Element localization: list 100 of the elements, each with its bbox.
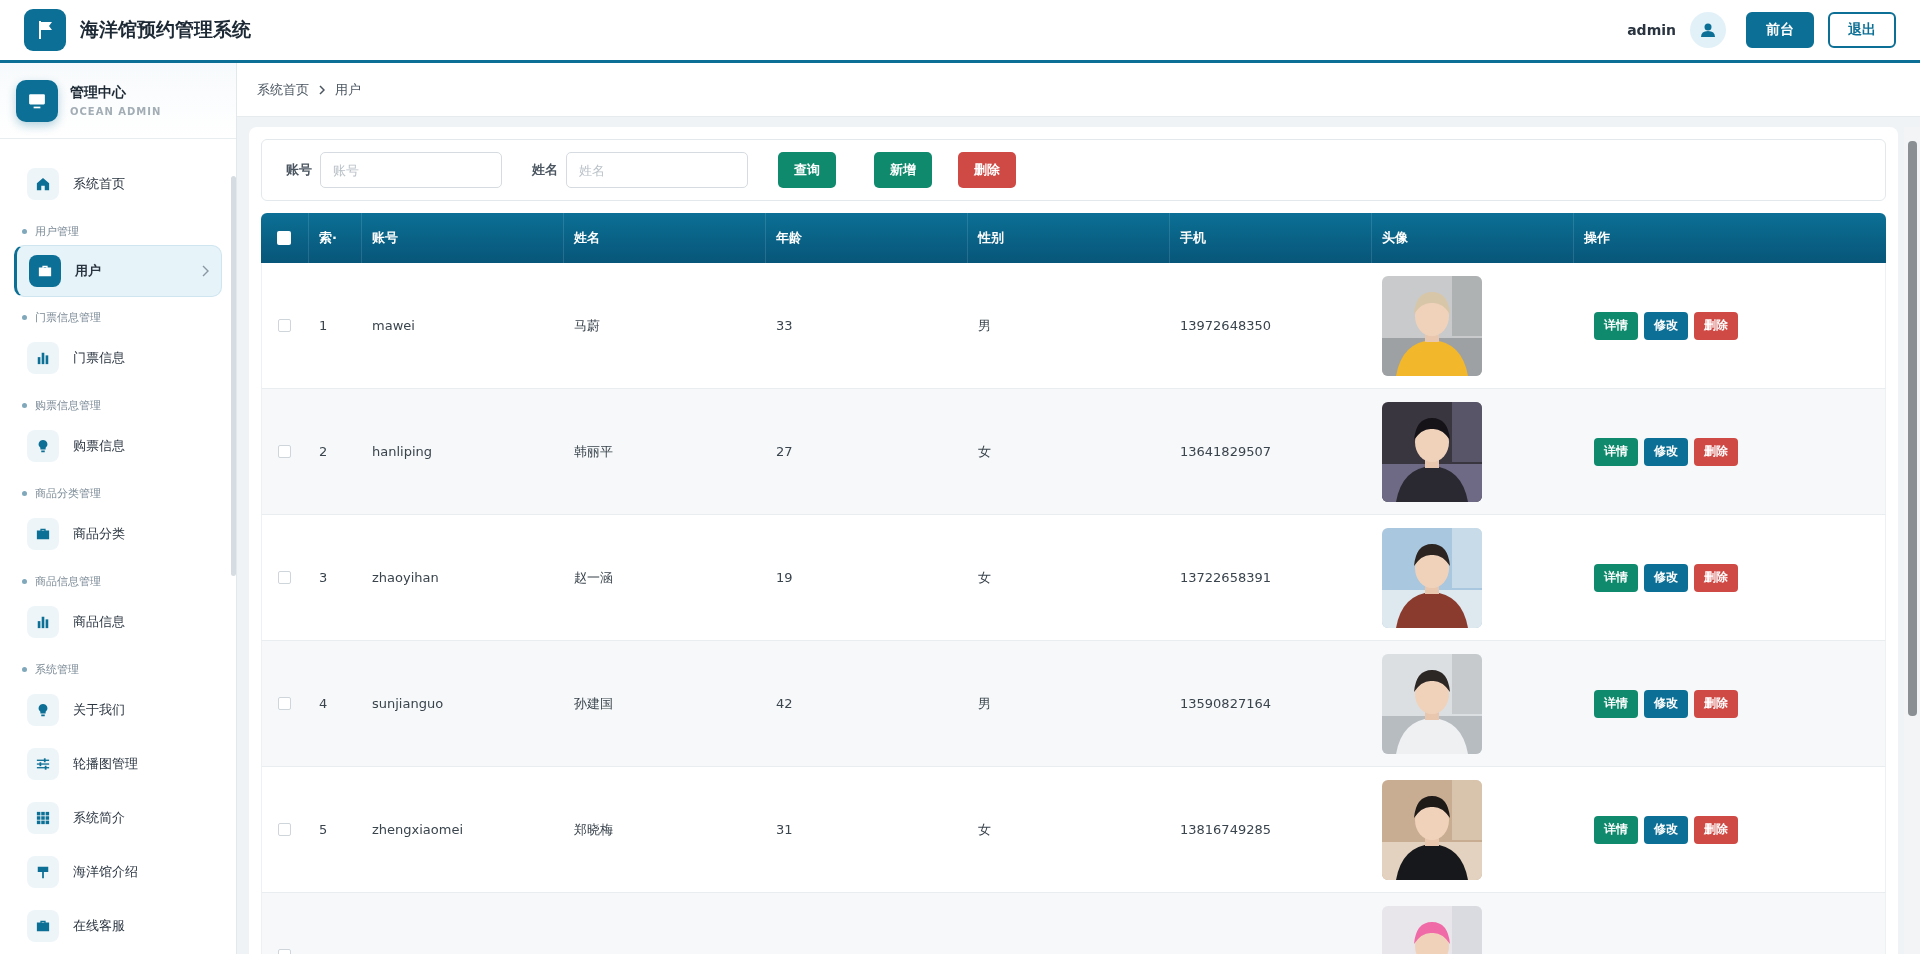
scrollbar[interactable] <box>231 176 236 576</box>
details-button[interactable]: 详情 <box>1594 437 1638 466</box>
table-cell: 13641829507 <box>1180 444 1271 459</box>
menu-item[interactable]: 商品信息 <box>14 595 222 649</box>
table-cell: 33 <box>776 318 793 333</box>
field-label: 账号 <box>286 161 312 179</box>
column-header: 操作 <box>1584 229 1610 247</box>
table-cell: 女 <box>978 442 991 461</box>
search-field[interactable]: 姓名 <box>566 152 748 188</box>
menu-group-label: 商品信息管理 <box>35 574 101 589</box>
sidebar-subtitle: OCEAN ADMIN <box>70 106 162 117</box>
table-cell: hanliping <box>372 444 433 459</box>
table-cell: 韩丽平 <box>574 442 613 461</box>
table-cell: 13972648350 <box>1180 318 1271 333</box>
table-cell: 男 <box>978 694 991 713</box>
menu-item[interactable]: 海洋馆介绍 <box>14 845 222 899</box>
delete-button[interactable]: 删除 <box>958 152 1016 188</box>
table-cell: 31 <box>776 822 793 837</box>
table-cell: sunjianguo <box>372 696 444 711</box>
frontend-button[interactable]: 前台 <box>1746 12 1814 48</box>
table-cell: 27 <box>776 444 793 459</box>
user-avatar-icon <box>1690 12 1726 48</box>
details-button[interactable]: 详情 <box>1594 689 1638 718</box>
table-cell: mawei <box>372 318 415 333</box>
bullet-icon <box>22 229 27 234</box>
menu-item[interactable]: 关于我们 <box>14 683 222 737</box>
table-cell: 女 <box>978 820 991 839</box>
details-button[interactable]: 详情 <box>1594 311 1638 340</box>
menu-item[interactable]: 系统简介 <box>14 791 222 845</box>
column-header: 账号 <box>372 229 398 247</box>
row-checkbox[interactable] <box>278 445 291 458</box>
edit-button[interactable]: 修改 <box>1644 815 1688 844</box>
home-icon <box>36 177 50 191</box>
chevron-right-icon <box>319 84 325 95</box>
table-cell: 1 <box>319 318 328 333</box>
edit-button[interactable]: 修改 <box>1644 437 1688 466</box>
menu-item[interactable]: 轮播图管理 <box>14 737 222 791</box>
table-cell: 5 <box>319 822 328 837</box>
delete-button[interactable]: 删除 <box>1694 311 1738 340</box>
menu-item[interactable]: 商品分类 <box>14 507 222 561</box>
details-button[interactable]: 详情 <box>1594 815 1638 844</box>
edit-button[interactable]: 修改 <box>1644 311 1688 340</box>
field-label: 姓名 <box>532 161 558 179</box>
details-button[interactable]: 详情 <box>1594 563 1638 592</box>
table-cell: zhaoyihan <box>372 570 439 585</box>
table-cell: 2 <box>319 444 328 459</box>
delete-button[interactable]: 删除 <box>1694 563 1738 592</box>
table-cell: 42 <box>776 696 793 711</box>
menu-group-label: 商品分类管理 <box>35 486 101 501</box>
table-cell: 郑晓梅 <box>574 820 613 839</box>
column-header: 索· <box>319 229 337 247</box>
menu-item[interactable]: 系统首页 <box>14 157 222 211</box>
monitor-icon <box>16 79 58 122</box>
row-checkbox[interactable] <box>278 697 291 710</box>
menu-item[interactable]: 用户 <box>14 245 222 297</box>
table-cell: 13590827164 <box>1180 696 1271 711</box>
menu-item[interactable]: 在线客服 <box>14 899 222 953</box>
row-checkbox[interactable] <box>278 319 291 332</box>
table-cell: 19 <box>776 570 793 585</box>
briefcase-icon <box>38 264 52 278</box>
menu-item[interactable]: 门票信息 <box>14 331 222 385</box>
bullet-icon <box>22 491 27 496</box>
sliders-icon <box>36 757 50 771</box>
delete-button[interactable]: 删除 <box>1694 815 1738 844</box>
app-title: 海洋馆预约管理系统 <box>80 17 252 42</box>
table-cell: zhengxiaomei <box>372 822 464 837</box>
logout-button[interactable]: 退出 <box>1828 12 1896 48</box>
table-cell: 4 <box>319 696 328 711</box>
search-button[interactable]: 查询 <box>778 152 836 188</box>
table-cell: 女 <box>978 568 991 587</box>
bullet-icon <box>22 667 27 672</box>
column-header: 年龄 <box>776 229 802 247</box>
table-cell: 孙建国 <box>574 694 613 713</box>
signpost-icon <box>36 865 50 879</box>
grid-icon <box>36 811 50 825</box>
row-checkbox[interactable] <box>278 823 291 836</box>
menu-item[interactable]: 购票信息 <box>14 419 222 473</box>
table-cell: 13722658391 <box>1180 570 1271 585</box>
select-all-checkbox[interactable] <box>277 231 291 245</box>
edit-button[interactable]: 修改 <box>1644 563 1688 592</box>
delete-button[interactable]: 删除 <box>1694 689 1738 718</box>
row-checkbox[interactable] <box>278 571 291 584</box>
search-field[interactable]: 账号 <box>320 152 502 188</box>
menu-group-label: 购票信息管理 <box>35 398 101 413</box>
user-name: admin <box>1627 22 1676 38</box>
delete-button[interactable]: 删除 <box>1694 437 1738 466</box>
briefcase-icon <box>36 919 50 933</box>
chevron-right-icon <box>201 265 209 277</box>
bullet-icon <box>22 315 27 320</box>
breadcrumb-item[interactable]: 系统首页 <box>257 80 309 99</box>
add-button[interactable]: 新增 <box>874 152 932 188</box>
menu-group-label: 用户管理 <box>35 224 79 239</box>
table-cell: 赵一涵 <box>574 568 613 587</box>
menu-group-label: 系统管理 <box>35 662 79 677</box>
table-cell: 3 <box>319 570 328 585</box>
bulb-icon <box>36 703 50 717</box>
edit-button[interactable]: 修改 <box>1644 689 1688 718</box>
briefcase-icon <box>36 527 50 541</box>
bulb-icon <box>36 439 50 453</box>
menu-group-label: 门票信息管理 <box>35 310 101 325</box>
